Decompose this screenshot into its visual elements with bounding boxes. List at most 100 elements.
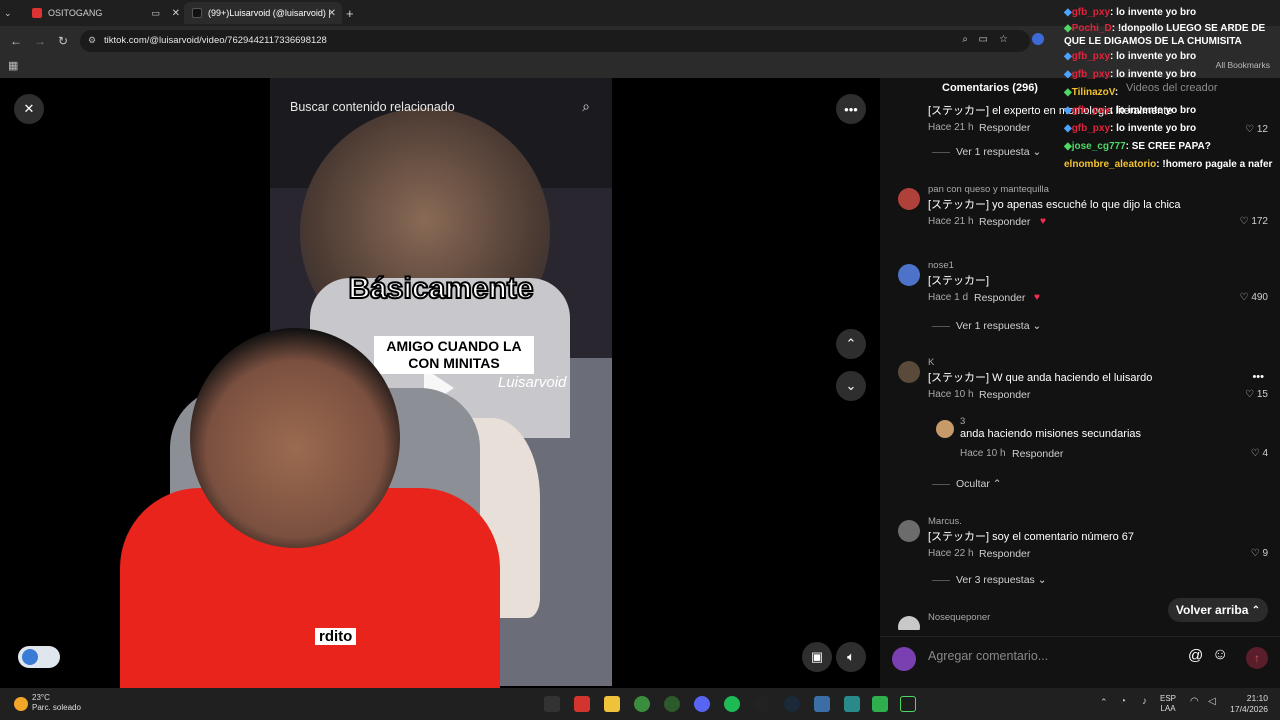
network-icon[interactable]: ◔	[1120, 696, 1126, 707]
mention-icon[interactable]: @	[1188, 647, 1203, 664]
taskbar-app-icon[interactable]	[900, 696, 916, 712]
wifi-icon[interactable]: ◠	[1190, 696, 1199, 707]
avatar[interactable]	[898, 361, 920, 383]
view-replies-button[interactable]: Ver 1 respuesta ⌄	[932, 146, 1041, 158]
close-icon[interactable]: ✕	[328, 8, 336, 19]
picture-in-picture-button[interactable]: ▣	[802, 642, 832, 672]
back-arrow-icon[interactable]: ←	[10, 34, 22, 48]
task-view-icon[interactable]	[544, 696, 560, 712]
heart-icon: ♡	[1239, 292, 1252, 303]
weather-widget[interactable]: 23°C Parc. soleado	[32, 693, 81, 713]
creator-liked-icon: ♥	[1040, 216, 1046, 227]
forward-arrow-icon[interactable]: →	[34, 34, 46, 48]
comment-user[interactable]: K	[928, 357, 934, 368]
chat-message: ◆Pochi_D: !donpollo LUEGO SE ARDE DE QUE…	[1064, 22, 1278, 48]
like-button[interactable]: ♡ 9	[1251, 548, 1268, 559]
microphone-icon[interactable]: ♪	[1142, 696, 1147, 707]
comment-user[interactable]: Marcus.	[928, 516, 962, 527]
extension-badge[interactable]	[18, 646, 60, 668]
like-button[interactable]: ♡ 172	[1240, 216, 1268, 227]
emoji-icon[interactable]: ☺	[1212, 646, 1228, 664]
comment-list: [ステッカー] el experto en momologia literalm…	[880, 100, 1280, 630]
add-comment-input[interactable]: Agregar comentario...	[928, 649, 1048, 663]
new-tab-button[interactable]: +	[346, 2, 362, 24]
user-avatar[interactable]	[892, 647, 916, 671]
reply-button[interactable]: Responder	[974, 292, 1025, 304]
avatar[interactable]	[898, 188, 920, 210]
previous-video-button[interactable]: ⌃	[836, 329, 866, 359]
chat-badge-icon: ◆	[1064, 7, 1072, 18]
system-clock[interactable]: 21:10 17/4/2026	[1230, 693, 1268, 715]
search-icon[interactable]: ⌕	[582, 98, 590, 115]
chat-badge-icon: ◆	[1064, 87, 1072, 98]
tab-list-button[interactable]: ⌄	[4, 2, 22, 24]
tab-luisarvoid[interactable]: (99+)Luisarvoid (@luisarvoid) | ✕	[184, 2, 342, 24]
taskbar-app-icon[interactable]	[814, 696, 830, 712]
comment-item: Marcus. [ステッカー] soy el comentario número…	[898, 516, 1268, 566]
send-button[interactable]: ↑	[1246, 647, 1268, 669]
profile-avatar[interactable]	[1032, 33, 1044, 45]
speaker-icon[interactable]: ◁	[1208, 696, 1216, 707]
back-to-top-button[interactable]: Volver arriba ⌃	[1168, 598, 1268, 622]
tab-ositogang[interactable]: OSITOGANG ▭ ✕	[26, 2, 186, 24]
chat-user: gfb_pxy	[1071, 7, 1111, 18]
divider	[932, 325, 950, 327]
site-info-icon[interactable]: ⚙	[88, 35, 96, 46]
taskbar-app-icon[interactable]	[574, 696, 590, 712]
chat-text: :	[1114, 87, 1119, 98]
related-search-bar[interactable]: Buscar contenido relacionado ⌕	[290, 98, 590, 120]
video-bottom-text: rdito	[315, 628, 357, 645]
weather-sun-icon[interactable]	[14, 697, 28, 711]
reply-button[interactable]: Responder	[1012, 448, 1063, 460]
bookmark-star-icon[interactable]: ☆	[999, 34, 1008, 45]
more-dots-icon[interactable]: •••	[1252, 371, 1264, 383]
comment-user[interactable]: nose1	[928, 260, 954, 271]
related-search-text: Buscar contenido relacionado	[290, 100, 455, 114]
comment-user[interactable]: pan con queso y mantequilla	[928, 184, 1049, 195]
view-replies-button[interactable]: Ver 1 respuesta ⌄	[932, 320, 1041, 332]
spotify-icon[interactable]	[724, 696, 740, 712]
reply-button[interactable]: Responder	[979, 216, 1030, 228]
taskbar-app-icon[interactable]	[844, 696, 860, 712]
reply-button[interactable]: Responder	[979, 122, 1030, 134]
zoom-icon[interactable]: ⌕	[962, 34, 968, 45]
cast-icon[interactable]: ▭	[979, 34, 988, 45]
avatar[interactable]	[898, 616, 920, 630]
heart-icon: ♡	[1245, 389, 1257, 400]
tab-label: (99+)Luisarvoid (@luisarvoid) |	[208, 8, 331, 18]
comment-user[interactable]: Nosequeponer	[928, 612, 990, 623]
discord-icon[interactable]	[694, 696, 710, 712]
avatar[interactable]	[898, 264, 920, 286]
volume-button[interactable]: 🔈︎	[836, 642, 866, 672]
comment-user[interactable]: 3	[960, 416, 965, 427]
hide-replies-button[interactable]: Ocultar ⌃	[932, 478, 1002, 490]
like-button[interactable]: ♡ 4	[1251, 448, 1268, 459]
more-options-button[interactable]: •••	[836, 94, 866, 124]
avatar[interactable]	[936, 420, 954, 438]
taskbar-app-icon[interactable]	[872, 696, 888, 712]
stream-chat-overlay: ◆gfb_pxy: lo invente yo bro ◆Pochi_D: !d…	[1064, 4, 1278, 174]
view-replies-button[interactable]: Ver 3 respuestas ⌄	[932, 574, 1047, 586]
tab-comments[interactable]: Comentarios (296)	[942, 82, 1038, 94]
reply-button[interactable]: Responder	[979, 548, 1030, 560]
address-bar[interactable]: ⚙ tiktok.com/@luisarvoid/video/762944211…	[80, 30, 1030, 52]
taskbar-app-icon[interactable]	[664, 696, 680, 712]
steam-icon[interactable]	[784, 696, 800, 712]
like-button[interactable]: ♡ 15	[1245, 389, 1268, 400]
close-icon[interactable]: ✕	[172, 8, 180, 19]
obs-icon[interactable]	[754, 696, 770, 712]
chrome-icon[interactable]	[634, 696, 650, 712]
avatar[interactable]	[898, 520, 920, 542]
file-explorer-icon[interactable]	[604, 696, 620, 712]
language-indicator[interactable]: ESP LAA	[1160, 694, 1176, 714]
next-video-button[interactable]: ⌄	[836, 371, 866, 401]
reply-button[interactable]: Responder	[979, 389, 1030, 401]
apps-grid-icon[interactable]: ▦	[8, 59, 18, 72]
chevron-up-icon[interactable]: ⌃	[1100, 697, 1108, 708]
comment-item: pan con queso y mantequilla [ステッカー] yo a…	[898, 184, 1268, 234]
close-video-button[interactable]: ✕	[14, 94, 44, 124]
chat-text: : lo invente yo bro	[1110, 51, 1197, 62]
heart-icon: ♡	[1250, 448, 1263, 459]
like-button[interactable]: ♡ 490	[1240, 292, 1268, 303]
reload-icon[interactable]: ↻	[58, 34, 68, 48]
